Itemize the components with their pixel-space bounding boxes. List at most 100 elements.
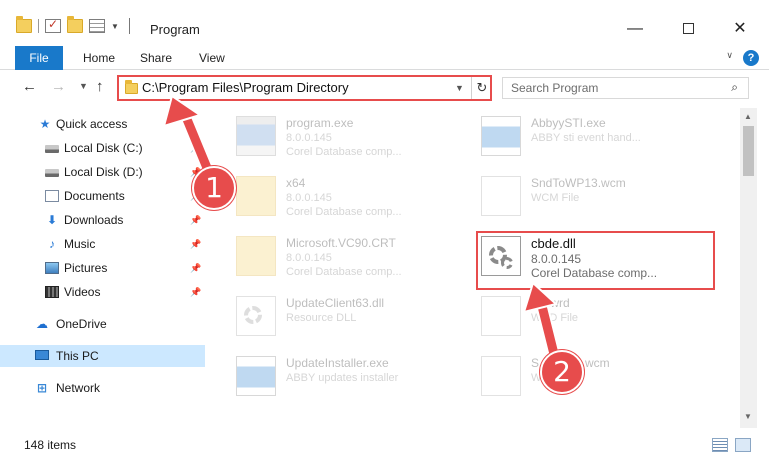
search-box[interactable]: ⌕ [502, 77, 749, 99]
pin-icon[interactable]: 📌 [190, 281, 201, 303]
folder-icon [236, 176, 276, 216]
file-item[interactable]: AbbyySTI.exe ABBY sti event hand... [477, 112, 717, 164]
scrollbar-thumb[interactable] [743, 126, 754, 176]
file-version: 8.0.0.145 [286, 252, 332, 264]
pin-icon[interactable]: 📌 [190, 209, 201, 231]
file-description: Corel Database comp... [286, 266, 402, 278]
nav-item-downloads[interactable]: ⬇ Downloads 📌 [0, 209, 205, 231]
file-item[interactable]: SndToWP13.wcm WCM File [477, 172, 717, 224]
nav-item-label: Downloads [64, 213, 124, 227]
details-view-icon[interactable] [712, 438, 728, 452]
highlight-box [476, 231, 715, 290]
nav-item-onedrive[interactable]: ☁ OneDrive [0, 313, 205, 335]
nav-item-documents[interactable]: Documents 📌 [0, 185, 205, 207]
file-name: x64 [286, 176, 306, 190]
expand-ribbon-icon[interactable]: ∨ [726, 50, 733, 61]
title-separator [128, 18, 130, 34]
nav-item-network[interactable]: ⊞ Network [0, 377, 205, 399]
nav-item-label: Documents [64, 189, 125, 203]
file-name: Microsoft.VC90.CRT [286, 236, 396, 250]
scroll-up-icon[interactable]: ▲ [744, 112, 752, 121]
documents-icon [45, 190, 59, 202]
address-bar[interactable]: C:\Program Files\Program Directory ▼ ↻ [117, 75, 492, 101]
help-button[interactable]: ? [743, 50, 759, 66]
vertical-scrollbar[interactable]: ▲ ▼ [740, 108, 757, 428]
nav-item-label: Videos [64, 285, 101, 299]
status-bar: 148 items [0, 432, 769, 458]
file-description: Corel Database comp... [286, 206, 402, 218]
network-icon: ⊞ [36, 381, 48, 395]
step-badge-1: 1 [192, 166, 236, 210]
search-input[interactable] [503, 78, 713, 98]
nav-item-label: This PC [56, 349, 99, 363]
file-icon [481, 356, 521, 396]
nav-item-quick-access[interactable]: ★ Quick access [0, 113, 205, 135]
exe-icon [236, 356, 276, 396]
search-icon[interactable]: ⌕ [731, 80, 738, 95]
folder-icon [125, 80, 138, 94]
pin-icon[interactable]: 📌 [190, 233, 201, 255]
star-icon: ★ [39, 117, 51, 131]
file-description: Resource DLL [286, 312, 357, 324]
folder-icon[interactable] [16, 16, 32, 33]
address-history-dropdown-icon[interactable]: ▼ [455, 83, 464, 93]
videos-icon [45, 286, 59, 298]
title-bar: ▼ Program — ✕ [0, 0, 769, 44]
nav-item-label: Quick access [56, 117, 128, 131]
file-name: SndToWP13.wcm [531, 176, 626, 190]
pin-icon[interactable]: 📌 [190, 257, 201, 279]
up-button[interactable]: ↑ [96, 78, 104, 95]
nav-item-label: Pictures [64, 261, 108, 275]
file-name: UpdateClient63.dll [286, 296, 385, 310]
nav-item-local-disk-c[interactable]: Local Disk (C:) 📌 [0, 137, 205, 159]
file-item[interactable]: x64 8.0.0.145 Corel Database comp... [232, 172, 472, 224]
file-version: 8.0.0.145 [286, 192, 332, 204]
file-version: 8.0.0.145 [286, 132, 332, 144]
tab-share[interactable]: Share [140, 46, 172, 70]
nav-item-label: Local Disk (C:) [64, 141, 143, 155]
file-icon [481, 176, 521, 216]
nav-item-label: OneDrive [56, 317, 107, 331]
close-button[interactable]: ✕ [717, 14, 763, 44]
tab-view[interactable]: View [199, 46, 225, 70]
properties-icon[interactable] [89, 19, 105, 33]
file-type: WRD File [531, 312, 579, 324]
pin-icon[interactable]: 📌 [190, 137, 201, 159]
file-name: program.exe [286, 116, 354, 130]
nav-item-pictures[interactable]: Pictures 📌 [0, 257, 205, 279]
file-type: WCM File [531, 192, 580, 204]
forward-button[interactable]: → [51, 78, 66, 95]
file-item[interactable]: UpdateClient63.dll Resource DLL [232, 292, 472, 344]
item-count: 148 items [24, 438, 77, 452]
address-path[interactable]: C:\Program Files\Program Directory [142, 80, 349, 95]
tab-file[interactable]: File [15, 46, 63, 70]
recent-locations-dropdown-icon[interactable]: ▼ [79, 81, 88, 91]
nav-item-videos[interactable]: Videos 📌 [0, 281, 205, 303]
nav-item-local-disk-d[interactable]: Local Disk (D:) 📌 [0, 161, 205, 183]
nav-item-music[interactable]: ♪ Music 📌 [0, 233, 205, 255]
file-item[interactable]: program.exe 8.0.0.145 Corel Database com… [232, 112, 472, 164]
tab-home[interactable]: Home [83, 46, 115, 70]
properties-check-icon[interactable] [45, 17, 61, 33]
navigation-pane: ★ Quick access Local Disk (C:) 📌 Local D… [0, 108, 205, 428]
ribbon-tabs: File Home Share View ∨ ? [0, 46, 769, 70]
file-item[interactable]: UpdateInstaller.exe ABBY updates install… [232, 352, 472, 404]
file-item[interactable]: ...c.wrd WRD File [477, 292, 717, 344]
maximize-button[interactable] [665, 14, 711, 44]
gear-icon [244, 306, 262, 324]
nav-item-label: Network [56, 381, 101, 395]
minimize-button[interactable]: — [612, 14, 658, 44]
refresh-button[interactable]: ↻ [471, 77, 492, 99]
new-folder-icon[interactable] [67, 16, 83, 33]
cloud-icon: ☁ [36, 317, 48, 331]
dll-gear-icon [236, 296, 276, 336]
quick-access-toolbar: ▼ [16, 16, 130, 34]
customize-toolbar-dropdown-icon[interactable]: ▼ [111, 22, 119, 31]
file-item[interactable]: Microsoft.VC90.CRT 8.0.0.145 Corel Datab… [232, 232, 472, 284]
toolbar-separator [38, 19, 39, 33]
scroll-down-icon[interactable]: ▼ [744, 412, 752, 421]
file-item[interactable]: S...WP16.wcm W... [477, 352, 717, 404]
back-button[interactable]: ← [22, 78, 37, 95]
nav-item-this-pc[interactable]: This PC [0, 345, 205, 367]
large-icons-view-icon[interactable] [735, 438, 751, 452]
